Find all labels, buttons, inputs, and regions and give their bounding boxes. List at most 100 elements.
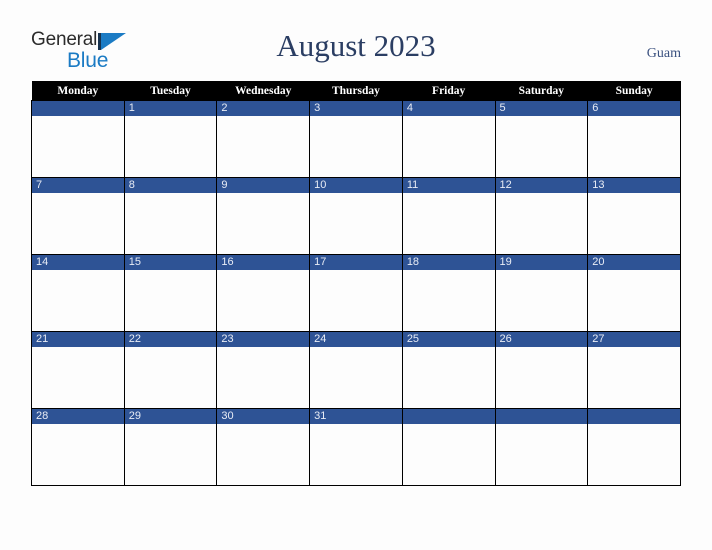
day-notes-area[interactable] xyxy=(495,116,588,177)
week-row: 21 22 23 24 25 26 27 xyxy=(31,331,681,409)
day-cell[interactable]: 19 xyxy=(494,254,589,332)
day-cell[interactable]: 24 xyxy=(309,331,403,409)
day-cell[interactable]: 26 xyxy=(494,331,589,409)
day-notes-area[interactable] xyxy=(402,116,495,177)
day-cell[interactable]: 17 xyxy=(309,254,403,332)
day-notes-area[interactable] xyxy=(402,347,495,408)
day-cell[interactable]: 10 xyxy=(309,177,403,255)
day-notes-area[interactable] xyxy=(402,424,495,485)
day-notes-area[interactable] xyxy=(588,347,680,408)
day-number: 5 xyxy=(495,101,588,116)
day-number: 16 xyxy=(217,255,310,270)
day-notes-area[interactable] xyxy=(32,270,124,331)
day-number: 11 xyxy=(402,178,495,193)
day-number: 7 xyxy=(32,178,124,193)
day-notes-area[interactable] xyxy=(124,347,217,408)
day-notes-area[interactable] xyxy=(32,347,124,408)
day-cell[interactable]: 13 xyxy=(587,177,681,255)
day-notes-area[interactable] xyxy=(217,116,310,177)
weekday-header-friday: Friday xyxy=(402,81,496,101)
day-number: 8 xyxy=(124,178,217,193)
day-cell[interactable]: 15 xyxy=(123,254,218,332)
weekday-header-tuesday: Tuesday xyxy=(124,81,217,101)
day-cell[interactable]: 21 xyxy=(31,331,125,409)
day-notes-area[interactable] xyxy=(495,270,588,331)
day-cell[interactable]: 29 xyxy=(123,408,218,486)
day-cell[interactable]: 9 xyxy=(216,177,311,255)
page-title: August 2023 xyxy=(276,28,436,63)
day-number: 25 xyxy=(402,332,495,347)
day-number: 12 xyxy=(495,178,588,193)
day-number xyxy=(495,409,588,424)
weekday-header-sunday: Sunday xyxy=(587,81,681,101)
day-cell[interactable] xyxy=(401,408,496,486)
day-cell[interactable]: 3 xyxy=(309,100,403,178)
day-notes-area[interactable] xyxy=(495,193,588,254)
day-notes-area[interactable] xyxy=(217,193,310,254)
day-notes-area[interactable] xyxy=(588,116,680,177)
day-notes-area[interactable] xyxy=(310,193,402,254)
week-row: 7 8 9 10 11 12 13 xyxy=(31,177,681,255)
day-cell[interactable]: 6 xyxy=(587,100,681,178)
day-cell[interactable]: 20 xyxy=(587,254,681,332)
day-number xyxy=(588,409,680,424)
day-number: 17 xyxy=(310,255,402,270)
day-cell[interactable]: 7 xyxy=(31,177,125,255)
day-notes-area[interactable] xyxy=(310,270,402,331)
weekday-header-row: Monday Tuesday Wednesday Thursday Friday… xyxy=(31,81,681,101)
day-cell[interactable]: 1 xyxy=(123,100,218,178)
day-notes-area[interactable] xyxy=(588,270,680,331)
day-cell[interactable]: 2 xyxy=(216,100,311,178)
day-cell[interactable]: 31 xyxy=(309,408,403,486)
day-number: 21 xyxy=(32,332,124,347)
day-notes-area[interactable] xyxy=(495,424,588,485)
day-notes-area[interactable] xyxy=(217,424,310,485)
day-number: 26 xyxy=(495,332,588,347)
day-notes-area[interactable] xyxy=(310,424,402,485)
day-notes-area[interactable] xyxy=(217,347,310,408)
location-label: Guam xyxy=(646,46,681,61)
day-cell[interactable]: 25 xyxy=(401,331,496,409)
day-cell[interactable]: 12 xyxy=(494,177,589,255)
day-cell[interactable]: 14 xyxy=(31,254,125,332)
day-notes-area[interactable] xyxy=(310,347,402,408)
day-notes-area[interactable] xyxy=(310,116,402,177)
day-cell[interactable]: 5 xyxy=(494,100,589,178)
day-notes-area[interactable] xyxy=(588,193,680,254)
day-cell[interactable]: 16 xyxy=(216,254,311,332)
day-cell[interactable] xyxy=(31,100,125,178)
day-notes-area[interactable] xyxy=(32,116,124,177)
day-cell[interactable]: 11 xyxy=(401,177,496,255)
day-cell[interactable]: 18 xyxy=(401,254,496,332)
day-number: 22 xyxy=(124,332,217,347)
day-notes-area[interactable] xyxy=(217,270,310,331)
day-number: 13 xyxy=(588,178,680,193)
day-notes-area[interactable] xyxy=(124,193,217,254)
weekday-header-monday: Monday xyxy=(31,81,125,101)
day-cell[interactable]: 27 xyxy=(587,331,681,409)
day-notes-area[interactable] xyxy=(124,116,217,177)
day-notes-area[interactable] xyxy=(32,193,124,254)
day-cell[interactable]: 22 xyxy=(123,331,218,409)
day-notes-area[interactable] xyxy=(495,347,588,408)
calendar-page: General Blue August 2023 Guam Monday Tue… xyxy=(0,0,712,550)
day-cell[interactable] xyxy=(587,408,681,486)
page-header: General Blue August 2023 Guam xyxy=(0,0,712,80)
day-cell[interactable]: 8 xyxy=(123,177,218,255)
day-notes-area[interactable] xyxy=(588,424,680,485)
day-notes-area[interactable] xyxy=(32,424,124,485)
day-number: 15 xyxy=(124,255,217,270)
day-number: 4 xyxy=(402,101,495,116)
day-notes-area[interactable] xyxy=(124,424,217,485)
day-number: 30 xyxy=(217,409,310,424)
day-cell[interactable] xyxy=(494,408,589,486)
day-notes-area[interactable] xyxy=(124,270,217,331)
day-number: 24 xyxy=(310,332,402,347)
day-number: 14 xyxy=(32,255,124,270)
day-cell[interactable]: 23 xyxy=(216,331,311,409)
day-notes-area[interactable] xyxy=(402,193,495,254)
day-notes-area[interactable] xyxy=(402,270,495,331)
day-cell[interactable]: 30 xyxy=(216,408,311,486)
day-cell[interactable]: 28 xyxy=(31,408,125,486)
day-cell[interactable]: 4 xyxy=(401,100,496,178)
